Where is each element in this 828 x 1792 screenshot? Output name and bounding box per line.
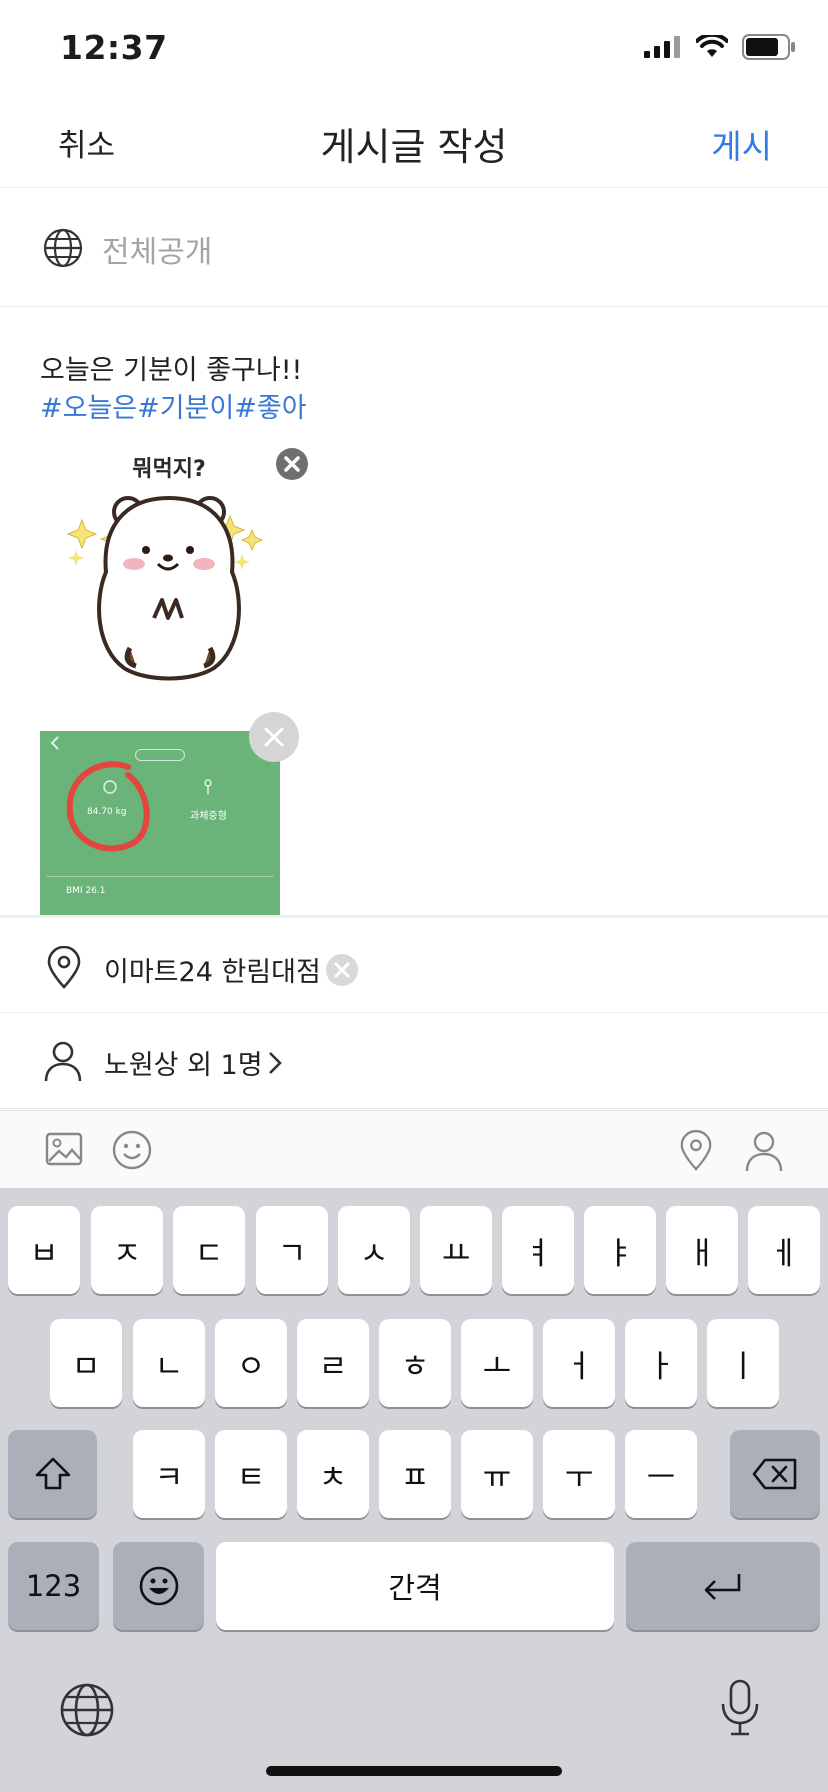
key[interactable]: ㅋ [133, 1430, 205, 1518]
attached-photo[interactable]: 84.70 kg 과체중형 BMI 26.1 [40, 731, 280, 915]
page-title: 게시글 작성 [320, 125, 508, 169]
post-body-text: 오늘은 기분이 좋구나!! [40, 355, 303, 386]
location-row[interactable]: 이마트24 한림대점 [0, 915, 828, 1013]
composer-toolbar [0, 1110, 828, 1188]
photo-bmi-text: BMI 26.1 [66, 886, 106, 896]
key[interactable]: ㅣ [707, 1319, 779, 1407]
image-icon[interactable] [44, 1129, 84, 1169]
key[interactable]: ㄱ [256, 1206, 328, 1294]
key[interactable]: ㅎ [379, 1319, 451, 1407]
sticker-bear: 뭐먹지? [66, 457, 264, 681]
location-pin-icon [47, 946, 81, 989]
key[interactable]: ㅛ [420, 1206, 492, 1294]
key[interactable]: ㅕ [502, 1206, 574, 1294]
emoji-icon [139, 1566, 178, 1606]
privacy-selector[interactable]: 전체공개 [0, 189, 828, 307]
remove-sticker-button[interactable] [276, 448, 308, 480]
close-icon [284, 456, 300, 472]
status-bar: 12:37 [0, 0, 828, 96]
microphone-icon[interactable] [718, 1678, 762, 1738]
key[interactable]: ㅔ [748, 1206, 820, 1294]
body-icon [204, 779, 212, 794]
key[interactable]: ㅇ [215, 1319, 287, 1407]
key[interactable]: ㄴ [133, 1319, 205, 1407]
cellular-signal-icon [644, 36, 680, 58]
emoji-key[interactable] [113, 1542, 204, 1630]
delete-key[interactable] [730, 1430, 820, 1518]
home-indicator [266, 1766, 562, 1776]
key[interactable]: ㅡ [625, 1430, 697, 1518]
back-chevron-icon [50, 736, 59, 750]
globe-icon[interactable] [59, 1682, 115, 1738]
numbers-key[interactable]: 123 [8, 1542, 99, 1630]
shift-icon [35, 1457, 70, 1490]
tag-people-row[interactable]: 노원상 외 1명 [0, 1013, 828, 1109]
key[interactable]: ㅅ [338, 1206, 410, 1294]
chevron-right-icon [269, 1052, 282, 1074]
privacy-label: 전체공개 [102, 235, 213, 270]
keyboard: ㅂ ㅈ ㄷ ㄱ ㅅ ㅛ ㅕ ㅑ ㅐ ㅔ ㅁ ㄴ ㅇ ㄹ ㅎ ㅗ ㅓ ㅏ ㅣ ㅋ … [0, 1188, 828, 1792]
person-icon [44, 1041, 82, 1082]
key[interactable]: ㅐ [666, 1206, 738, 1294]
red-circle-mark [66, 761, 150, 852]
photo-toggle-pill [135, 749, 185, 761]
tagged-people-label: 노원상 외 1명 [104, 1050, 263, 1081]
return-key[interactable] [626, 1542, 820, 1630]
globe-icon [43, 228, 83, 268]
key[interactable]: ㅍ [379, 1430, 451, 1518]
person-icon[interactable] [743, 1129, 785, 1173]
status-time: 12:37 [60, 28, 168, 67]
key[interactable]: ㅗ [461, 1319, 533, 1407]
close-icon [334, 962, 350, 978]
key[interactable]: ㅜ [543, 1430, 615, 1518]
backspace-icon [752, 1458, 797, 1490]
photo-bodytype-text: 과체중형 [190, 811, 227, 822]
nav-bar: 취소 게시글 작성 게시 [0, 96, 828, 188]
key[interactable]: ㅓ [543, 1319, 615, 1407]
emoji-icon[interactable] [111, 1129, 153, 1171]
photo-divider [46, 876, 274, 877]
remove-photo-button[interactable] [249, 712, 299, 762]
status-icons [644, 34, 796, 60]
clear-location-button[interactable] [326, 954, 358, 986]
shift-key[interactable] [8, 1430, 97, 1518]
key[interactable]: ㅠ [461, 1430, 533, 1518]
key[interactable]: ㅊ [297, 1430, 369, 1518]
location-label: 이마트24 한림대점 [104, 957, 321, 988]
location-pin-icon[interactable] [677, 1129, 715, 1173]
post-text-area[interactable]: 오늘은 기분이 좋구나!! #오늘은#기분이#좋아 [40, 352, 307, 428]
key[interactable]: ㄷ [173, 1206, 245, 1294]
sticker-caption: 뭐먹지? [132, 457, 205, 482]
key[interactable]: ㅁ [50, 1319, 122, 1407]
post-button[interactable]: 게시 [711, 120, 772, 168]
key[interactable]: ㅌ [215, 1430, 287, 1518]
return-icon [704, 1574, 741, 1600]
post-hashtags: #오늘은#기분이#좋아 [40, 393, 307, 424]
battery-icon [742, 34, 795, 60]
space-key[interactable]: 간격 [216, 1542, 614, 1630]
key[interactable]: ㅏ [625, 1319, 697, 1407]
close-icon [264, 727, 284, 747]
key[interactable]: ㅑ [584, 1206, 656, 1294]
wifi-icon [696, 35, 728, 57]
key[interactable]: ㅈ [91, 1206, 163, 1294]
key[interactable]: ㅂ [8, 1206, 80, 1294]
key[interactable]: ㄹ [297, 1319, 369, 1407]
